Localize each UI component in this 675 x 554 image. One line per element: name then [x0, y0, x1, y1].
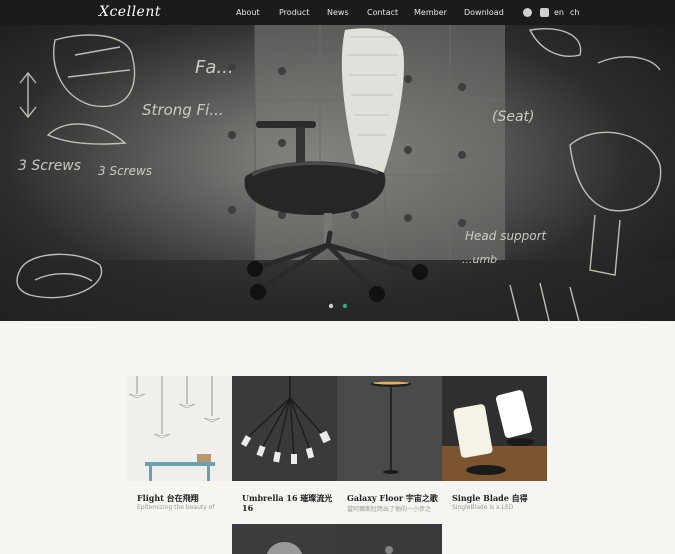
globe-icon[interactable]	[523, 8, 532, 17]
nav-news[interactable]: News	[327, 8, 349, 17]
slider-dot-1	[328, 303, 334, 309]
sketch-note-4: 3 Screws	[98, 164, 152, 178]
product-title[interactable]: Flight 台在飛翔	[137, 493, 229, 503]
hero-banner[interactable]: Fa... Strong Fi... 3 Screws 3 Screws (Se…	[0, 25, 675, 321]
product-desc: SingleBlade is a LED	[452, 504, 514, 511]
lang-ch[interactable]: ch	[570, 8, 579, 17]
product-card-single-blade[interactable]: Single Blade 自得 SingleBlade is a LED	[442, 376, 547, 526]
nav-member[interactable]: Member	[414, 8, 447, 17]
sketch-note-1: Fa...	[195, 57, 234, 78]
sketch-note-3: 3 Screws	[18, 158, 81, 174]
lang-en[interactable]: en	[554, 8, 564, 17]
nav-product[interactable]: Product	[279, 8, 309, 17]
product-image-galaxy[interactable]	[337, 376, 442, 481]
product-image-single-blade[interactable]	[442, 376, 547, 481]
brand-logo[interactable]: Xcellent	[99, 4, 161, 20]
sketch-note-5: (Seat)	[492, 109, 535, 125]
product-image-flight[interactable]	[127, 376, 232, 481]
nav-contact[interactable]: Contact	[367, 8, 398, 17]
hero-illustration: Fa... Strong Fi... 3 Screws 3 Screws (Se…	[0, 25, 675, 321]
product-card-umbrella[interactable]: Umbrella 16 璀璨流光 16	[232, 376, 337, 526]
product-desc: 當阿爾斯壯跨出了他的一小步之	[347, 506, 432, 513]
nav-download[interactable]: Download	[464, 8, 504, 17]
product-image-umbrella[interactable]	[232, 376, 337, 481]
product-title[interactable]: Single Blade 自得	[452, 493, 544, 503]
product-desc: Epitomizing the beauty of	[137, 504, 215, 511]
sketch-note-6: Head support	[465, 229, 548, 243]
product-title[interactable]: Umbrella 16 璀璨流光 16	[242, 493, 334, 513]
sketch-note-7: ...umb	[462, 253, 497, 266]
slider-dot-2	[342, 303, 348, 309]
product-card-flight[interactable]: Flight 台在飛翔 Epitomizing the beauty of	[127, 376, 232, 526]
product-card-galaxy[interactable]: Galaxy Floor 宇宙之歌 當阿爾斯壯跨出了他的一小步之	[337, 376, 442, 526]
top-navigation-bar: Xcellent About Product News Contact Memb…	[0, 0, 675, 25]
nav-about[interactable]: About	[236, 8, 260, 17]
product-title[interactable]: Galaxy Floor 宇宙之歌	[347, 493, 439, 503]
flag-icon[interactable]	[540, 8, 549, 17]
sketch-note-2: Strong Fi...	[142, 101, 224, 119]
